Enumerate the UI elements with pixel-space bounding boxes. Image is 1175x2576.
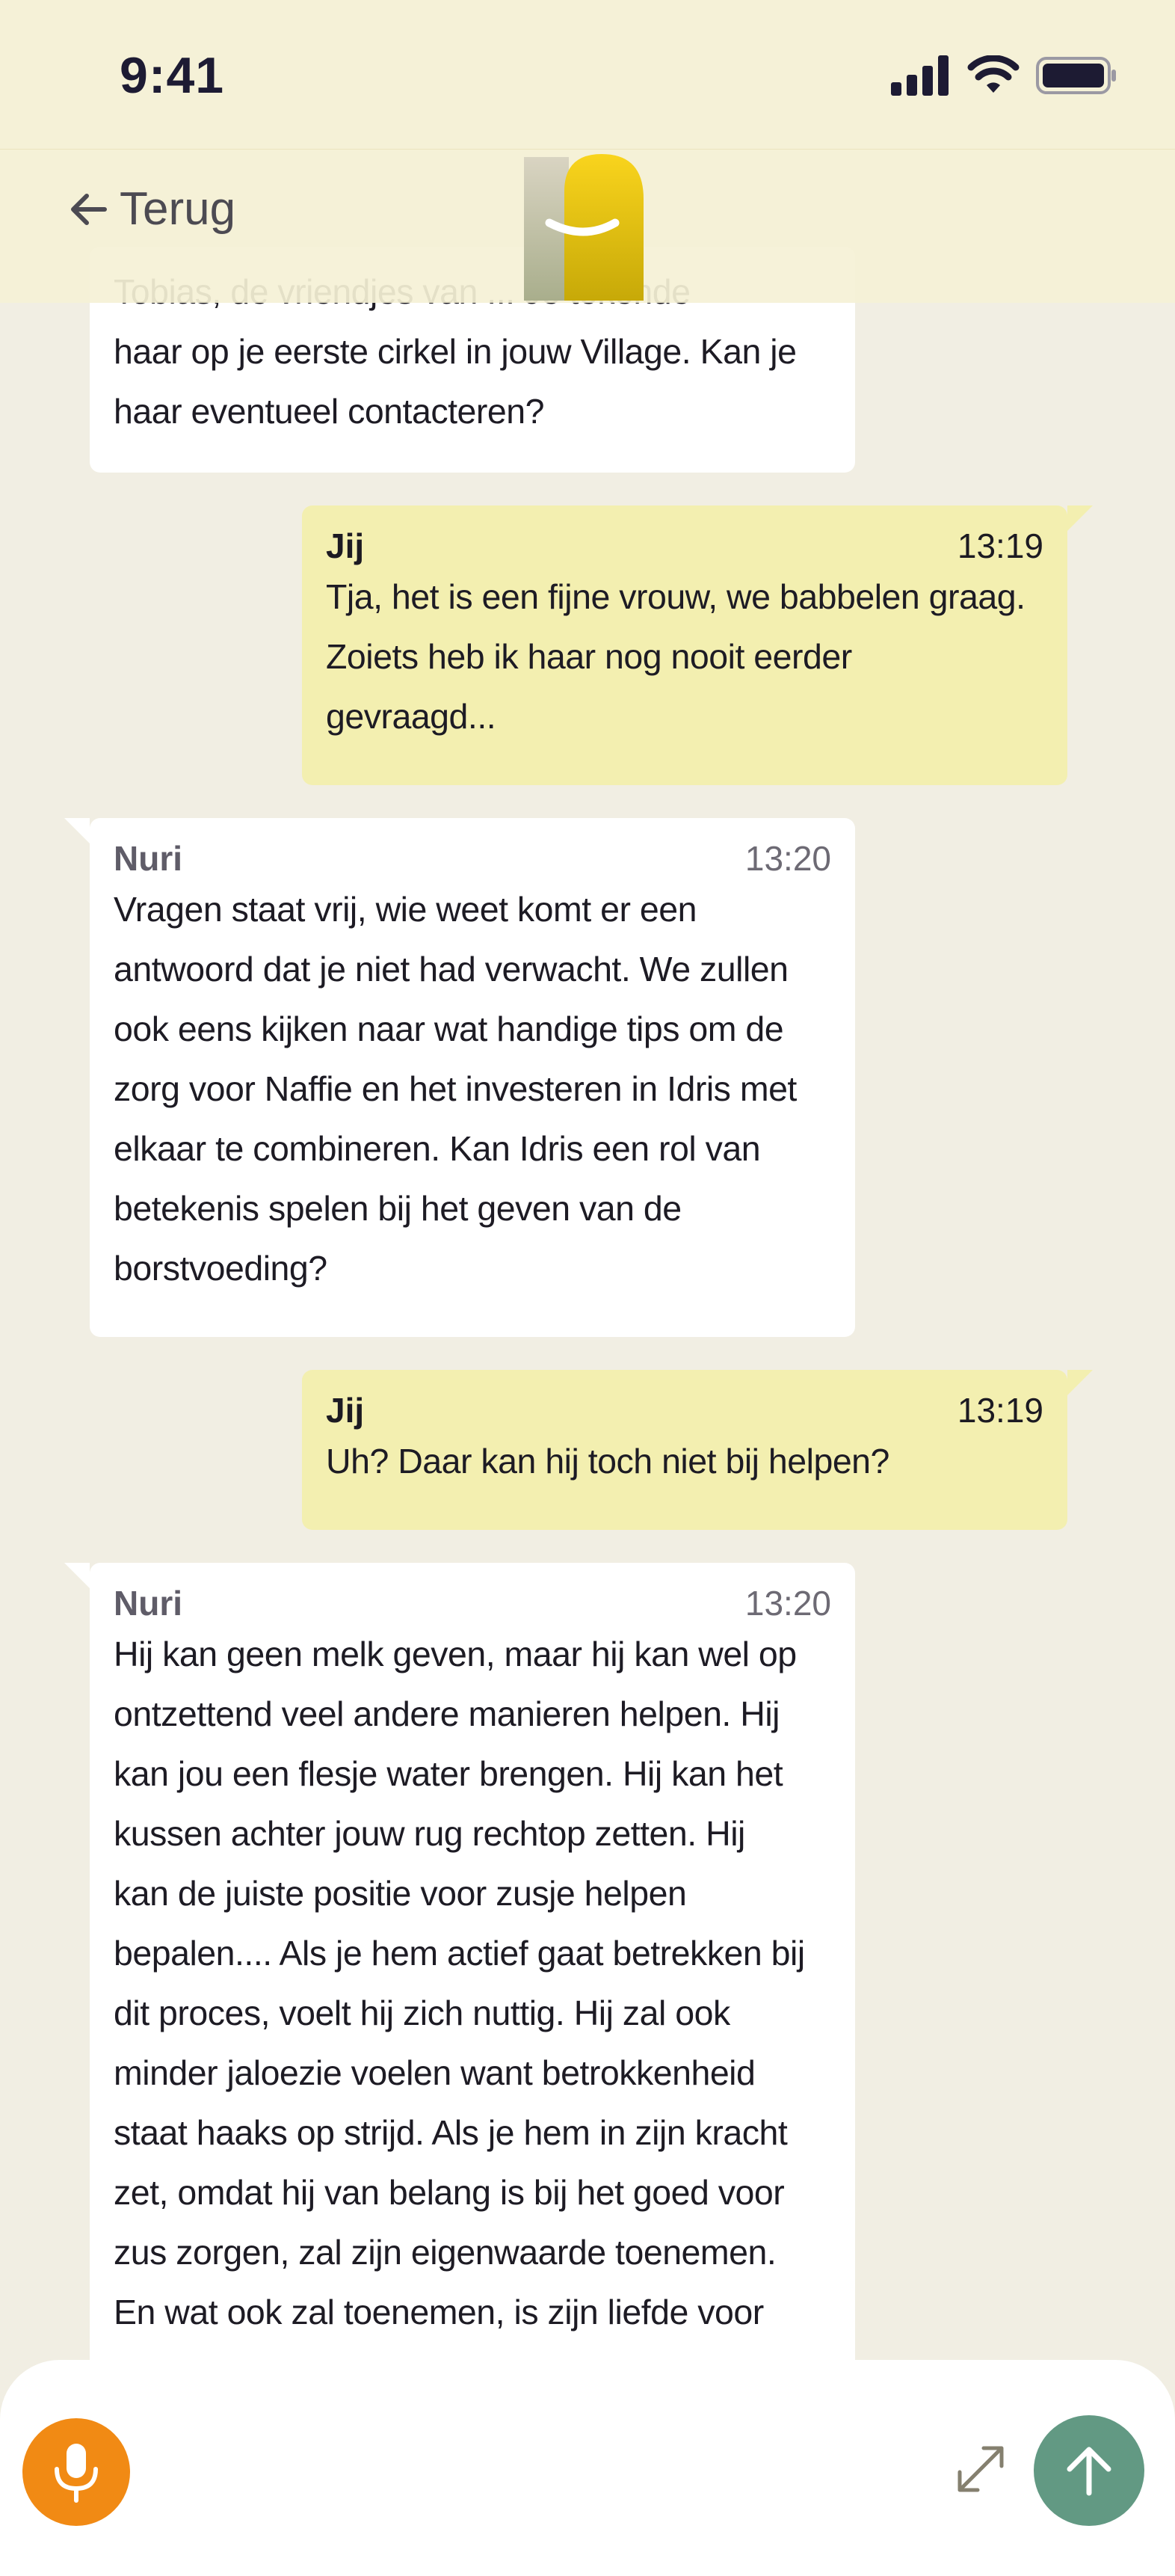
back-button[interactable]: Terug	[66, 182, 235, 236]
bubble-tail	[64, 818, 90, 843]
message-time: 13:20	[744, 1584, 831, 1623]
message-line: Tja, het is een fijne vrouw, we babbelen…	[326, 577, 1026, 616]
message-header: Jij 13:19	[326, 1389, 1043, 1431]
message-time: 13:19	[957, 1391, 1043, 1430]
microphone-button[interactable]	[22, 2418, 130, 2526]
send-button[interactable]	[1034, 2415, 1144, 2526]
message-line: minder jaloezie voelen want betrokkenhei…	[114, 2053, 756, 2092]
system-icons	[891, 55, 1118, 96]
message-bubble-nuri: Nuri 13:20 Hij kan geen melk geven, maar…	[64, 1563, 855, 2415]
message-line: zus zorgen, zal zijn eigenwaarde toeneme…	[114, 2233, 777, 2272]
message-line: haar op je eerste cirkel in jouw Village…	[114, 332, 797, 371]
message-line: Uh? Daar kan hij toch niet bij helpen?	[326, 1442, 889, 1481]
message-line: kan jou een flesje water brengen. Hij ka…	[114, 1754, 783, 1793]
message-header: Nuri 13:20	[114, 837, 831, 879]
message-header: Jij 13:19	[326, 525, 1043, 567]
message-time: 13:19	[957, 526, 1043, 565]
message-line: zet, omdat hij van belang is bij het goe…	[114, 2173, 785, 2212]
message-line: antwoord dat je niet had verwacht. We zu…	[114, 950, 789, 989]
arrow-up-icon	[1067, 2447, 1111, 2496]
message-text: Vragen staat vrij, wie weet komt er een …	[114, 879, 831, 1298]
cellular-signal-icon	[891, 55, 949, 96]
chat-screen: Tobias, de vriendjes van ... Je tekende …	[0, 0, 1175, 2576]
chat-scroll-area[interactable]: Tobias, de vriendjes van ... Je tekende …	[0, 0, 1175, 2576]
message-line: En wat ook zal toenemen, is zijn liefde …	[114, 2293, 764, 2331]
bubble-tail	[1067, 505, 1093, 531]
microphone-icon	[55, 2444, 98, 2503]
message-line: Vragen staat vrij, wie weet komt er een	[114, 890, 697, 929]
message-line: gevraagd...	[326, 697, 496, 736]
expand-button[interactable]	[949, 2438, 1012, 2500]
message-line: betekenis spelen bij het geven van de	[114, 1189, 682, 1228]
message-line: kan de juiste positie voor zusje helpen	[114, 1874, 687, 1913]
message-sender: Nuri	[114, 1584, 182, 1623]
message-line: kussen achter jouw rug rechtop zetten. H…	[114, 1814, 745, 1853]
message-line: Hij kan geen melk geven, maar hij kan we…	[114, 1635, 797, 1673]
message-bubble-user: Jij 13:19 Uh? Daar kan hij toch niet bij…	[302, 1370, 1093, 1530]
wifi-icon	[967, 55, 1020, 93]
message-line: haar eventueel contacteren?	[114, 392, 544, 431]
nuri-logo	[524, 154, 644, 301]
message-sender: Nuri	[114, 839, 182, 878]
message-line: borstvoeding?	[114, 1249, 327, 1288]
bubble-tail	[64, 1563, 90, 1588]
message-text: Uh? Daar kan hij toch niet bij helpen?	[326, 1431, 1043, 1491]
message-line: ook eens kijken naar wat handige tips om…	[114, 1009, 784, 1048]
message-time: 13:20	[744, 839, 831, 878]
bubble-tail	[1067, 1370, 1093, 1395]
expand-icon	[957, 2446, 1004, 2492]
message-line: zorg voor Naffie en het investeren in Id…	[114, 1069, 797, 1108]
message-line: dit proces, voelt hij zich nuttig. Hij z…	[114, 1994, 730, 2032]
message-bubble-user: Jij 13:19 Tja, het is een fijne vrouw, w…	[302, 505, 1093, 785]
message-sender: Jij	[326, 1391, 365, 1430]
message-line: bepalen.... Als je hem actief gaat betre…	[114, 1934, 805, 1973]
message-line: staat haaks op strijd. Als je hem in zij…	[114, 2113, 788, 2152]
message-text: Hij kan geen melk geven, maar hij kan we…	[114, 1624, 831, 2342]
status-bar: 9:41	[0, 0, 1175, 150]
message-text: Tja, het is een fijne vrouw, we babbelen…	[326, 567, 1043, 746]
message-sender: Jij	[326, 526, 365, 565]
message-line: ontzettend veel andere manieren helpen. …	[114, 1694, 780, 1733]
back-label: Terug	[120, 183, 236, 235]
status-time: 9:41	[120, 47, 225, 104]
battery-icon	[1036, 57, 1116, 94]
message-bubble-nuri: Nuri 13:20 Vragen staat vrij, wie weet k…	[64, 818, 855, 1337]
message-line: elkaar te combineren. Kan Idris een rol …	[114, 1129, 761, 1168]
message-line: Zoiets heb ik haar nog nooit eerder	[326, 637, 852, 676]
arrow-left-icon	[71, 193, 107, 225]
message-header: Nuri 13:20	[114, 1582, 831, 1624]
